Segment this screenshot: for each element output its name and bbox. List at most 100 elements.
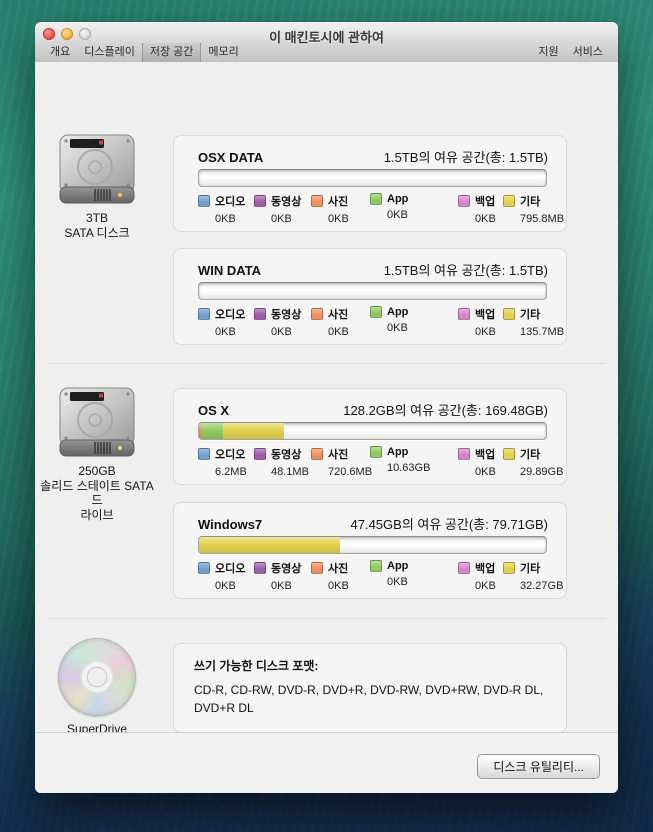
legend-item: 사진 720.6MB bbox=[311, 446, 372, 478]
partition-panel-osx-data: OSX DATA 1.5TB의 여유 공간(총: 1.5TB) 오디오0KB동영… bbox=[173, 135, 567, 232]
legend-value: 0KB bbox=[475, 580, 496, 592]
audio-swatch bbox=[198, 562, 210, 574]
app-swatch bbox=[370, 560, 382, 572]
legend-value: 795.8MB bbox=[520, 213, 564, 225]
storage-legend: 오디오0KB동영상0KB사진0KBApp0KB백업0KB기타32.27GB bbox=[174, 560, 566, 596]
legend-label: 백업 bbox=[475, 306, 495, 322]
bar-segment-app bbox=[201, 423, 223, 439]
legend-label: 동영상 bbox=[271, 446, 301, 462]
partition-free-space: 128.2GB의 여유 공간(총: 169.48GB) bbox=[343, 400, 548, 419]
partition-free-space: 1.5TB의 여유 공간(총: 1.5TB) bbox=[384, 147, 548, 166]
backup-swatch bbox=[458, 562, 470, 574]
storage-legend: 오디오6.2MB동영상48.1MB사진720.6MBApp10.63GB백업0K… bbox=[174, 446, 566, 482]
legend-item: 오디오 0KB bbox=[198, 193, 245, 225]
legend-value: 0KB bbox=[271, 213, 301, 225]
legend-item: 오디오0KB bbox=[198, 560, 245, 592]
legend-value: 6.2MB bbox=[215, 466, 247, 478]
photo-swatch bbox=[311, 308, 323, 320]
audio-swatch bbox=[198, 308, 210, 320]
legend-item: App 0KB bbox=[370, 306, 408, 334]
partition-panel-windows7: Windows7 47.45GB의 여유 공간(총: 79.71GB) 오디오0… bbox=[173, 502, 567, 599]
legend-value: 0KB bbox=[387, 322, 408, 334]
storage-usage-bar bbox=[198, 422, 547, 440]
legend-label: App bbox=[387, 560, 408, 572]
legend-value: 0KB bbox=[215, 213, 245, 225]
tab-displays[interactable]: 디스플레이 bbox=[77, 43, 142, 62]
disk-2-name-line: 250GB bbox=[35, 464, 159, 479]
legend-label: 백업 bbox=[475, 560, 495, 576]
partition-name: OS X bbox=[198, 403, 229, 418]
legend-item: 사진0KB bbox=[311, 560, 349, 592]
legend-label: 동영상 bbox=[271, 306, 301, 322]
legend-value: 0KB bbox=[215, 326, 245, 338]
title-bar: 이 매킨토시에 관하여 개요 디스플레이 저장 공간 메모리 지원 서비스 bbox=[35, 22, 618, 63]
legend-item: 백업 0KB bbox=[458, 560, 496, 592]
hard-disk-icon bbox=[57, 386, 137, 460]
legend-label: 오디오 bbox=[215, 193, 245, 209]
legend-value: 135.7MB bbox=[520, 326, 564, 338]
legend-item: App10.63GB bbox=[370, 446, 430, 474]
legend-item: 기타 32.27GB bbox=[503, 560, 563, 592]
legend-label: 동영상 bbox=[271, 560, 301, 576]
legend-item: App 0KB bbox=[370, 560, 408, 588]
legend-value: 0KB bbox=[475, 466, 496, 478]
legend-item: 동영상 0KB bbox=[254, 560, 301, 592]
legend-value: 0KB bbox=[271, 326, 301, 338]
hard-disk-icon bbox=[57, 133, 137, 207]
legend-item: 사진0KB bbox=[311, 306, 349, 338]
writable-formats-title: 쓰기 가능한 디스크 포맷: bbox=[194, 657, 546, 674]
legend-label: 기타 bbox=[520, 560, 540, 576]
storage-usage-bar bbox=[198, 536, 547, 554]
tab-overview[interactable]: 개요 bbox=[43, 43, 77, 62]
legend-value: 0KB bbox=[475, 213, 496, 225]
audio-swatch bbox=[198, 448, 210, 460]
video-swatch bbox=[254, 448, 266, 460]
legend-value: 32.27GB bbox=[520, 580, 563, 592]
tab-memory[interactable]: 메모리 bbox=[201, 43, 245, 62]
legend-item: 기타135.7MB bbox=[503, 306, 564, 338]
writable-formats-list: CD-R, CD-RW, DVD-R, DVD+R, DVD-RW, DVD+R… bbox=[194, 681, 546, 717]
storage-legend: 오디오0KB동영상0KB사진0KBApp0KB백업0KB기타795.8MB bbox=[174, 193, 566, 229]
legend-value: 0KB bbox=[328, 580, 349, 592]
superdrive-panel: 쓰기 가능한 디스크 포맷: CD-R, CD-RW, DVD-R, DVD+R… bbox=[173, 643, 567, 733]
tab-storage[interactable]: 저장 공간 bbox=[142, 43, 202, 62]
tab-service[interactable]: 서비스 bbox=[566, 43, 610, 62]
video-swatch bbox=[254, 308, 266, 320]
partition-name: Windows7 bbox=[198, 517, 262, 532]
backup-swatch bbox=[458, 308, 470, 320]
legend-value: 48.1MB bbox=[271, 466, 309, 478]
legend-item: 기타 795.8MB bbox=[503, 193, 564, 225]
legend-value: 720.6MB bbox=[328, 466, 372, 478]
legend-label: App bbox=[387, 306, 408, 318]
video-swatch bbox=[254, 562, 266, 574]
legend-label: 사진 bbox=[328, 446, 348, 462]
storage-usage-bar bbox=[198, 169, 547, 187]
partition-free-space: 1.5TB의 여유 공간(총: 1.5TB) bbox=[384, 260, 548, 279]
window-footer: 디스크 유틸리티... bbox=[35, 732, 618, 793]
about-this-mac-window: 이 매킨토시에 관하여 개요 디스플레이 저장 공간 메모리 지원 서비스 3T… bbox=[35, 22, 618, 793]
legend-label: 기타 bbox=[520, 193, 540, 209]
legend-item: 동영상 48.1MB bbox=[254, 446, 309, 478]
storage-content: 3TB SATA 디스크 OSX DATA 1.5TB의 여유 공간(총: 1.… bbox=[35, 62, 618, 793]
toolbar-tabs: 개요 디스플레이 저장 공간 메모리 지원 서비스 bbox=[35, 43, 618, 62]
legend-item: 백업 0KB bbox=[458, 193, 496, 225]
legend-label: App bbox=[387, 193, 408, 205]
disk-1-name-line: SATA 디스크 bbox=[35, 226, 159, 241]
legend-value: 0KB bbox=[387, 576, 408, 588]
tab-support[interactable]: 지원 bbox=[531, 43, 565, 62]
legend-item: 동영상0KB bbox=[254, 193, 301, 225]
legend-value: 0KB bbox=[271, 580, 301, 592]
video-swatch bbox=[254, 195, 266, 207]
storage-usage-bar bbox=[198, 282, 547, 300]
legend-label: 백업 bbox=[475, 193, 495, 209]
legend-label: 오디오 bbox=[215, 306, 245, 322]
other-swatch bbox=[503, 562, 515, 574]
partition-name: WIN DATA bbox=[198, 263, 261, 278]
partition-free-space: 47.45GB의 여유 공간(총: 79.71GB) bbox=[351, 514, 549, 533]
disk-utility-button[interactable]: 디스크 유틸리티... bbox=[477, 754, 600, 779]
photo-swatch bbox=[311, 195, 323, 207]
section-divider bbox=[47, 363, 606, 364]
photo-swatch bbox=[311, 562, 323, 574]
legend-item: 동영상 0KB bbox=[254, 306, 301, 338]
legend-label: App bbox=[387, 446, 408, 458]
